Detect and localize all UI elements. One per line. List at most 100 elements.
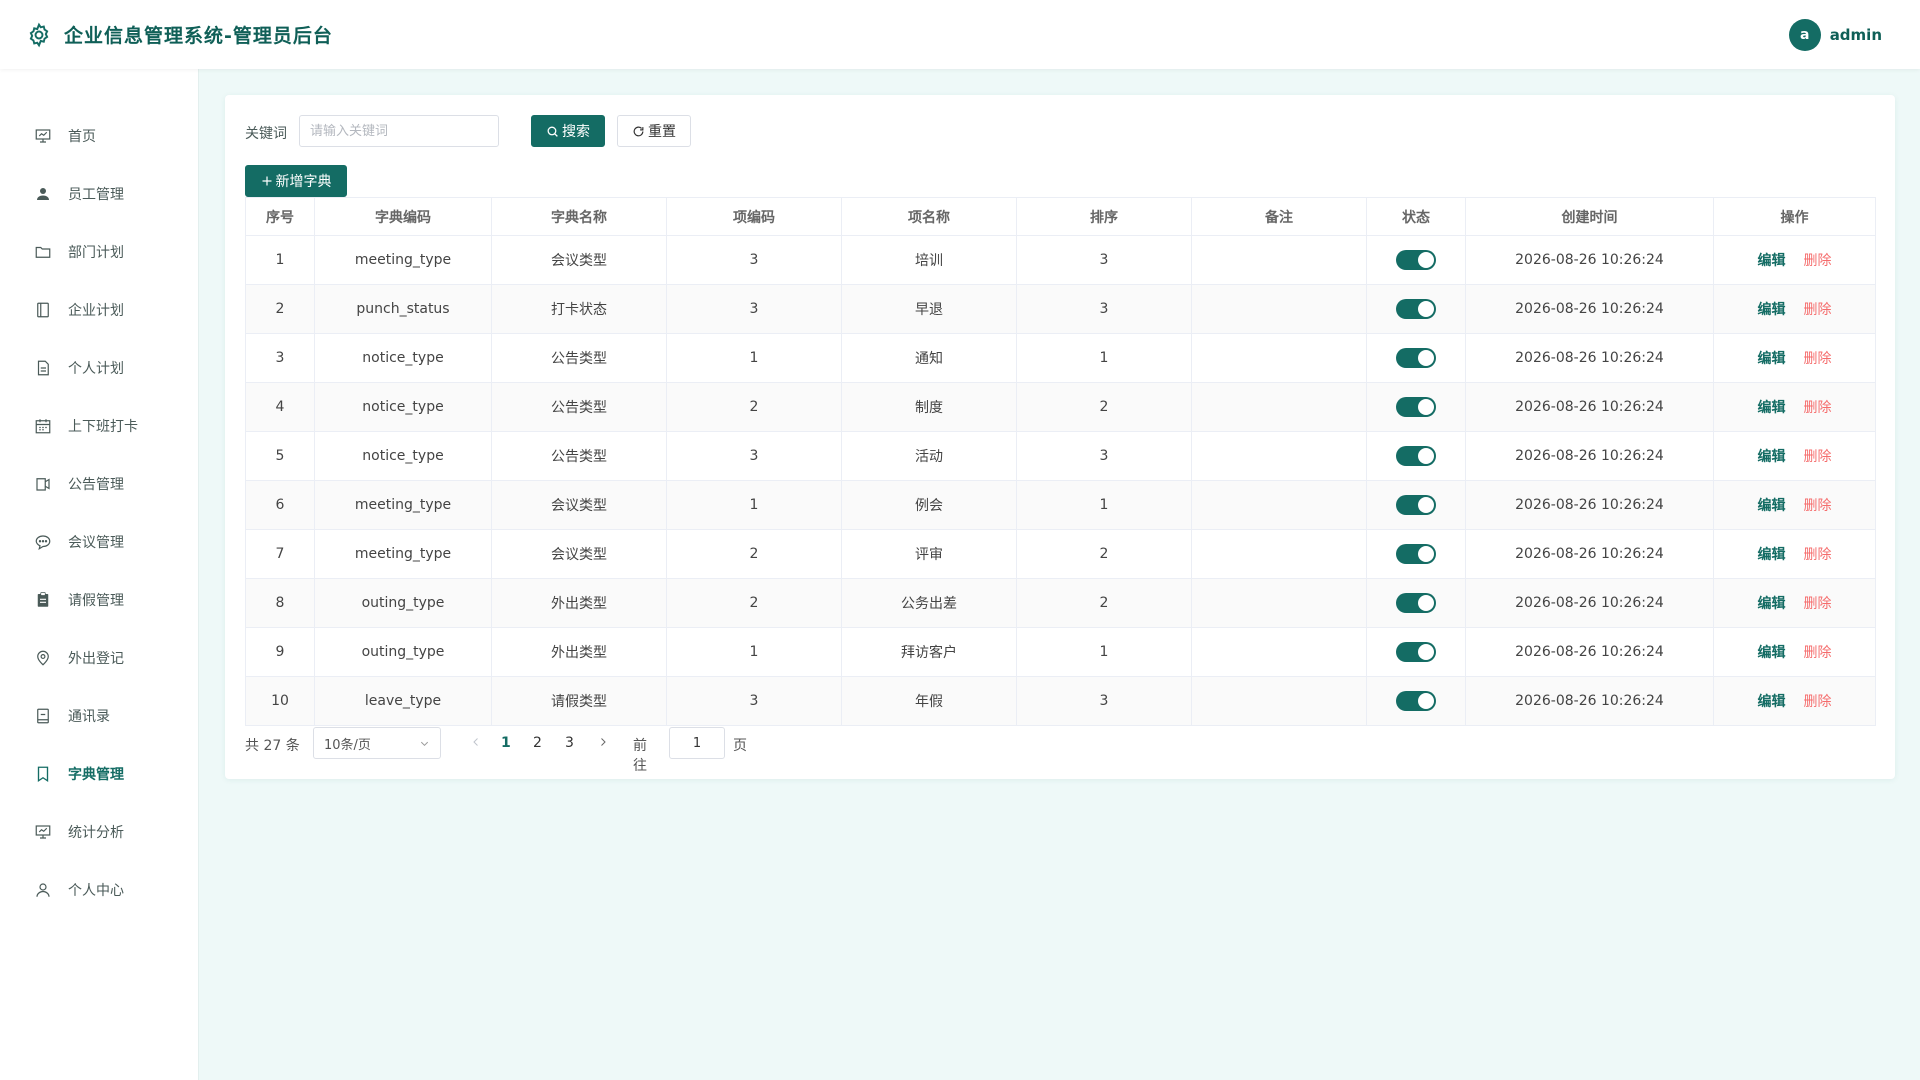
cell-sort: 3: [1016, 284, 1192, 334]
search-button[interactable]: 搜索: [531, 115, 605, 147]
keyword-label: 关键词: [245, 126, 287, 142]
next-page-icon[interactable]: [597, 735, 609, 749]
sidebar-item-dept-plan[interactable]: 部门计划: [0, 232, 199, 272]
edit-link[interactable]: 编辑: [1758, 498, 1786, 514]
cell-created: 2026-08-26 10:26:24: [1465, 333, 1714, 383]
user-menu[interactable]: a admin: [1788, 19, 1882, 51]
delete-link[interactable]: 删除: [1804, 596, 1832, 612]
keyword-input[interactable]: [299, 115, 499, 147]
avatar[interactable]: a: [1788, 19, 1821, 51]
sidebar-item-label: 外出登记: [68, 651, 124, 667]
edit-link[interactable]: 编辑: [1758, 253, 1786, 269]
address-book-icon: [37, 708, 49, 724]
reset-button[interactable]: 重置: [617, 115, 691, 147]
table-row: 9 outing_type 外出类型 1 拜访客户 1 2026-08-26 10:26:2…: [245, 627, 1876, 677]
sidebar-item-notices[interactable]: 公告管理: [0, 464, 199, 504]
cell-dict-name: 外出类型: [491, 627, 667, 677]
status-toggle[interactable]: [1396, 593, 1436, 613]
delete-link[interactable]: 删除: [1804, 253, 1832, 269]
delete-link[interactable]: 删除: [1804, 498, 1832, 514]
goto-label: 前往: [633, 738, 647, 774]
sidebar-item-label: 企业计划: [68, 303, 124, 319]
location-icon: [37, 650, 49, 666]
sidebar-item-outing[interactable]: 外出登记: [0, 638, 199, 678]
cell-dict-name: 打卡状态: [491, 284, 667, 334]
add-dictionary-button[interactable]: 新增字典: [245, 165, 347, 197]
cell-created: 2026-08-26 10:26:24: [1465, 627, 1714, 677]
folder-icon: [35, 246, 51, 258]
edit-link[interactable]: 编辑: [1758, 694, 1786, 710]
status-toggle[interactable]: [1396, 446, 1436, 466]
page-number[interactable]: 2: [533, 735, 542, 751]
delete-link[interactable]: 删除: [1804, 302, 1832, 318]
edit-link[interactable]: 编辑: [1758, 645, 1786, 661]
column-header: 字典名称: [491, 197, 667, 236]
cell-remark: [1191, 235, 1367, 285]
edit-link[interactable]: 编辑: [1758, 547, 1786, 563]
edit-link[interactable]: 编辑: [1758, 449, 1786, 465]
edit-link[interactable]: 编辑: [1758, 302, 1786, 318]
prev-page-icon[interactable]: [470, 735, 482, 749]
status-toggle[interactable]: [1396, 348, 1436, 368]
cell-item-name: 活动: [841, 431, 1017, 481]
page-number[interactable]: 3: [565, 735, 574, 751]
cell-dict-code: notice_type: [314, 333, 492, 383]
table-row: 6 meeting_type 会议类型 1 例会 1 2026-08-26 10:26:24…: [245, 480, 1876, 530]
cell-dict-code: outing_type: [314, 627, 492, 677]
edit-link[interactable]: 编辑: [1758, 596, 1786, 612]
sidebar-item-contacts[interactable]: 通讯录: [0, 696, 199, 736]
delete-link[interactable]: 删除: [1804, 400, 1832, 416]
cell-dict-name: 会议类型: [491, 529, 667, 579]
status-toggle[interactable]: [1396, 397, 1436, 417]
column-header: 创建时间: [1465, 197, 1714, 236]
table-row: 3 notice_type 公告类型 1 通知 1 2026-08-26 10:26:24 编…: [245, 333, 1876, 383]
cell-created: 2026-08-26 10:26:24: [1465, 235, 1714, 285]
clipboard-icon: [37, 592, 49, 607]
cell-dict-code: meeting_type: [314, 235, 492, 285]
edit-link[interactable]: 编辑: [1758, 400, 1786, 416]
sidebar-item-statistics[interactable]: 统计分析: [0, 812, 199, 852]
goto-page-input[interactable]: [669, 727, 725, 759]
edit-link[interactable]: 编辑: [1758, 351, 1786, 367]
cell-item-code: 1: [666, 627, 842, 677]
search-button-label: 搜索: [562, 124, 590, 140]
status-toggle[interactable]: [1396, 544, 1436, 564]
status-toggle[interactable]: [1396, 642, 1436, 662]
cell-actions: 编辑 删除: [1713, 627, 1876, 677]
status-toggle[interactable]: [1396, 495, 1436, 515]
cell-sort: 2: [1016, 382, 1192, 432]
sidebar-item-home[interactable]: 首页: [0, 116, 199, 156]
delete-link[interactable]: 删除: [1804, 351, 1832, 367]
delete-link[interactable]: 删除: [1804, 449, 1832, 465]
sidebar-item-profile[interactable]: 个人中心: [0, 870, 199, 910]
cell-dict-code: notice_type: [314, 382, 492, 432]
delete-link[interactable]: 删除: [1804, 694, 1832, 710]
cell-index: 3: [245, 333, 315, 383]
sidebar-item-employees[interactable]: 员工管理: [0, 174, 199, 214]
cell-item-code: 2: [666, 578, 842, 628]
delete-link[interactable]: 删除: [1804, 645, 1832, 661]
username[interactable]: admin: [1830, 26, 1882, 44]
page-number[interactable]: 1: [501, 735, 511, 751]
column-header: 排序: [1016, 197, 1192, 236]
sidebar-item-attendance[interactable]: 上下班打卡: [0, 406, 199, 446]
cell-index: 5: [245, 431, 315, 481]
delete-link[interactable]: 删除: [1804, 547, 1832, 563]
cell-created: 2026-08-26 10:26:24: [1465, 382, 1714, 432]
column-header: 操作: [1713, 197, 1876, 236]
cell-item-code: 2: [666, 529, 842, 579]
page-size-select[interactable]: 10条/页: [313, 727, 441, 759]
sidebar-item-dictionary[interactable]: 字典管理: [0, 754, 199, 794]
cell-remark: [1191, 382, 1367, 432]
status-toggle[interactable]: [1396, 691, 1436, 711]
status-toggle[interactable]: [1396, 250, 1436, 270]
cell-index: 4: [245, 382, 315, 432]
cell-index: 10: [245, 676, 315, 726]
sidebar-item-leave[interactable]: 请假管理: [0, 580, 199, 620]
status-toggle[interactable]: [1396, 299, 1436, 319]
person-icon: [36, 883, 50, 897]
cell-item-code: 2: [666, 382, 842, 432]
sidebar-item-company-plan[interactable]: 企业计划: [0, 290, 199, 330]
sidebar-item-personal-plan[interactable]: 个人计划: [0, 348, 199, 388]
sidebar-item-meetings[interactable]: 会议管理: [0, 522, 199, 562]
